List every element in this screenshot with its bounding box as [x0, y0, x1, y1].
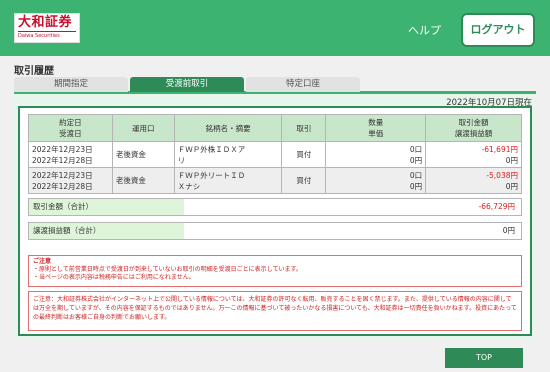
help-link[interactable]: ヘルプ [408, 22, 441, 38]
trade-amount: -61,691円 [481, 144, 518, 154]
settle-date: 2022年12月28日 [32, 181, 93, 191]
header-trade-amount: 取引金額 [458, 118, 489, 127]
fund-name-line2: リ [177, 155, 186, 165]
cell-dates: 2022年12月23日 2022年12月28日 [28, 141, 113, 168]
header-dates: 約定日 受渡日 [28, 114, 113, 142]
tab-period[interactable]: 期間指定 [14, 77, 128, 92]
cell-type: 買付 [281, 167, 327, 194]
tab-specific-account[interactable]: 特定口座 [246, 77, 360, 92]
table-row: 2022年12月23日 2022年12月28日 老後資金 ＦＷＰ外リートＩＤ Ｘ… [28, 167, 522, 194]
table-header-row: 約定日 受渡日 運用口 銘柄名・摘要 取引 数量 単価 取引金額 譲渡損益額 [28, 114, 522, 142]
total-amount-label: 取引金額（合計） [29, 199, 184, 215]
logo-text: 大和証券 [18, 15, 73, 30]
header-trade-date: 約定日 [59, 118, 82, 127]
cell-account: 老後資金 [111, 141, 175, 168]
unit-price: 0円 [409, 181, 423, 191]
quantity: 0口 [409, 144, 423, 154]
cell-name: ＦＷＰ外リートＩＤ Ｘナシ [173, 167, 283, 194]
top-button[interactable]: TOP [445, 348, 523, 368]
total-amount-value: -66,729円 [478, 202, 515, 211]
fund-name-line1: ＦＷＰ外株ＩＤＸア [177, 144, 246, 154]
table-row: 2022年12月23日 2022年12月28日 老後資金 ＦＷＰ外株ＩＤＸア リ… [28, 141, 522, 168]
page-title: 取引履歴 [14, 66, 54, 77]
fund-name-line1: ＦＷＰ外リートＩＤ [177, 170, 246, 180]
header-unit-price: 単価 [368, 129, 384, 138]
settle-date: 2022年12月28日 [32, 155, 93, 165]
header-gain: 譲渡損益額 [454, 129, 493, 138]
cell-account: 老後資金 [111, 167, 175, 194]
header-name: 銘柄名・摘要 [173, 114, 283, 142]
tab-bar: 期間指定 受渡前取引 特定口座 [14, 77, 536, 94]
total-gain-row: 譲渡損益額（合計） 0円 [28, 222, 522, 240]
header-bar: 大和証券 Daiwa Securities ヘルプ ログアウト [0, 0, 550, 56]
header-qty: 数量 単価 [325, 114, 427, 142]
header-amount: 取引金額 譲渡損益額 [425, 114, 522, 142]
daiwa-logo[interactable]: 大和証券 Daiwa Securities [14, 13, 80, 43]
unit-price: 0円 [409, 155, 423, 165]
cell-amount: -61,691円 0円 [425, 141, 522, 168]
gain-amount: 0円 [505, 155, 518, 165]
header-settle-date: 受渡日 [59, 129, 82, 138]
content-area: 2022年10月07日現在 約定日 受渡日 運用口 銘柄名・摘要 取引 数量 単… [14, 94, 536, 340]
header-quantity: 数量 [368, 118, 384, 127]
total-gain-value: 0円 [502, 226, 515, 235]
total-gain-label: 譲渡損益額（合計） [29, 223, 184, 239]
cell-qty: 0口 0円 [325, 167, 427, 194]
total-amount-row: 取引金額（合計） -66,729円 [28, 198, 522, 216]
fund-name-line2: Ｘナシ [177, 181, 201, 191]
trade-date: 2022年12月23日 [32, 144, 93, 154]
header-type: 取引 [281, 114, 327, 142]
cell-dates: 2022年12月23日 2022年12月28日 [28, 167, 113, 194]
cell-amount: -5,038円 0円 [425, 167, 522, 194]
notice-line: ・原則として前営業日時点で受渡日が到来していないお取引の明細を受渡日ごとに表示し… [33, 266, 302, 273]
trade-panel: 約定日 受渡日 運用口 銘柄名・摘要 取引 数量 単価 取引金額 譲渡損益額 2… [18, 106, 532, 336]
logout-button[interactable]: ログアウト [461, 13, 535, 47]
notice-title: ご注意 [33, 258, 52, 265]
notice-line: ・当ページの表示内容は税務申告にはご利用になれません。 [33, 274, 195, 281]
notice-box: ご注意 ・原則として前営業日時点で受渡日が到来していないお取引の明細を受渡日ごと… [28, 255, 522, 287]
header-account: 運用口 [111, 114, 175, 142]
cell-type: 買付 [281, 141, 327, 168]
trades-table: 約定日 受渡日 運用口 銘柄名・摘要 取引 数量 単価 取引金額 譲渡損益額 2… [28, 114, 522, 194]
disclaimer-box: ご注意：大和証券株式会社がインターネット上で公開している情報については、大和証券… [28, 291, 522, 331]
quantity: 0口 [409, 170, 423, 180]
trade-date: 2022年12月23日 [32, 170, 93, 180]
cell-qty: 0口 0円 [325, 141, 427, 168]
gain-amount: 0円 [505, 181, 518, 191]
cell-name: ＦＷＰ外株ＩＤＸア リ [173, 141, 283, 168]
trade-amount: -5,038円 [486, 170, 518, 180]
logo-subtext: Daiwa Securities [18, 31, 76, 40]
tab-pending-settlement[interactable]: 受渡前取引 [130, 77, 244, 92]
